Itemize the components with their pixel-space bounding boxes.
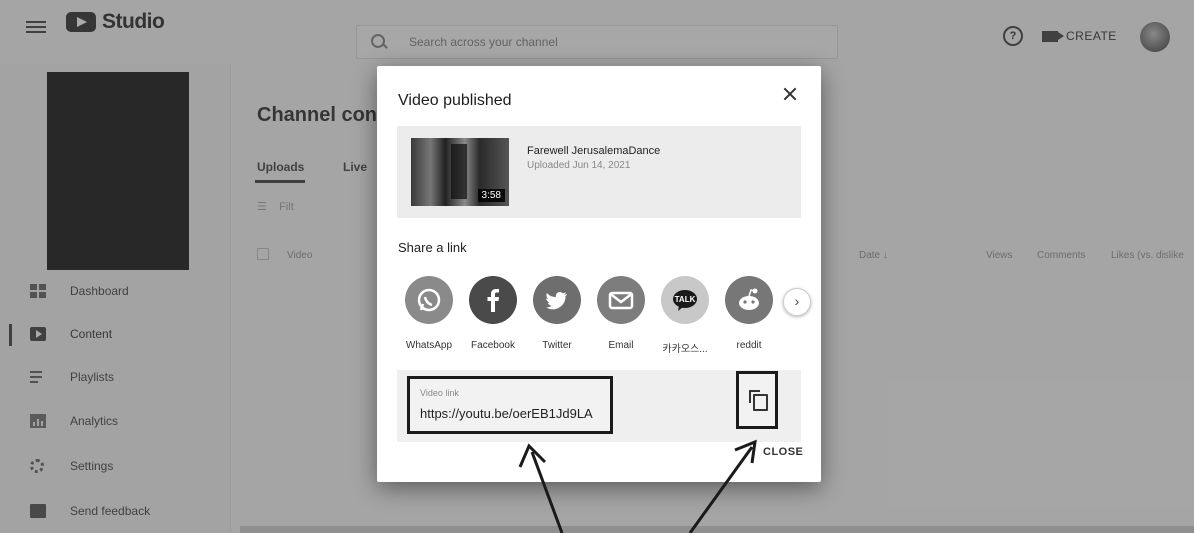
annotation-arrows bbox=[518, 439, 757, 533]
annotation-arrow-link bbox=[530, 451, 564, 533]
annotation-arrow-copy bbox=[688, 446, 754, 533]
screenshot-frame: Studio ? CREATE Dashboard Content Playli… bbox=[0, 0, 1194, 533]
annotation-arrowhead-copy bbox=[734, 439, 757, 464]
